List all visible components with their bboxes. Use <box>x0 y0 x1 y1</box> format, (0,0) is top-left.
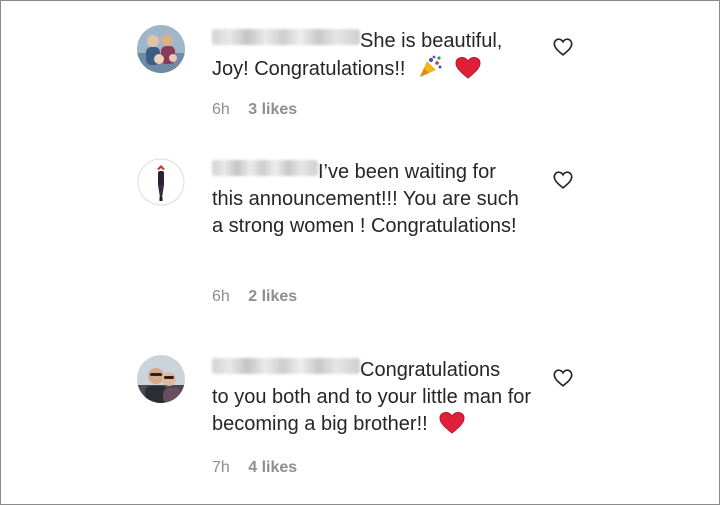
comment-text-rest: to you both and to your little man for b… <box>212 386 532 435</box>
blurred-username[interactable] <box>212 358 360 374</box>
comment-text-line1: I’ve been waiting for <box>318 161 496 183</box>
comment-text: I’ve been waiting for this announcement!… <box>212 159 532 240</box>
comment-time: 6h <box>212 101 230 118</box>
comment-time: 6h <box>212 288 230 305</box>
comment-text-line1: Congratulations <box>360 359 501 381</box>
comment-text-line1: She is beautiful, <box>360 30 503 52</box>
red-heart-icon <box>439 411 465 442</box>
comment-meta: 7h 4 likes <box>212 459 297 477</box>
comment-text: Congratulations to you both and to your … <box>212 357 532 442</box>
heart-outline-icon[interactable] <box>552 169 574 191</box>
red-heart-icon <box>455 56 481 87</box>
blurred-username[interactable] <box>212 160 318 176</box>
heart-outline-icon[interactable] <box>552 367 574 389</box>
comment-likes[interactable]: 4 likes <box>248 459 297 476</box>
comment-text: She is beautiful, Joy! Congratulations!! <box>212 28 532 87</box>
blurred-username[interactable] <box>212 29 360 45</box>
avatar[interactable] <box>137 25 185 73</box>
avatar[interactable] <box>137 158 185 206</box>
comment-meta: 6h 2 likes <box>212 288 297 306</box>
heart-outline-icon[interactable] <box>552 36 574 58</box>
comment-text-rest: this announcement!!! You are such a stro… <box>212 188 519 237</box>
avatar[interactable] <box>137 355 185 403</box>
party-popper-icon <box>417 55 443 87</box>
comment-meta: 6h 3 likes <box>212 101 297 119</box>
comments-panel: She is beautiful, Joy! Congratulations!! <box>0 0 720 505</box>
comment-likes[interactable]: 3 likes <box>248 101 297 118</box>
comment-text-rest: Joy! Congratulations!! <box>212 58 406 80</box>
comment-time: 7h <box>212 459 230 476</box>
comment-likes[interactable]: 2 likes <box>248 288 297 305</box>
